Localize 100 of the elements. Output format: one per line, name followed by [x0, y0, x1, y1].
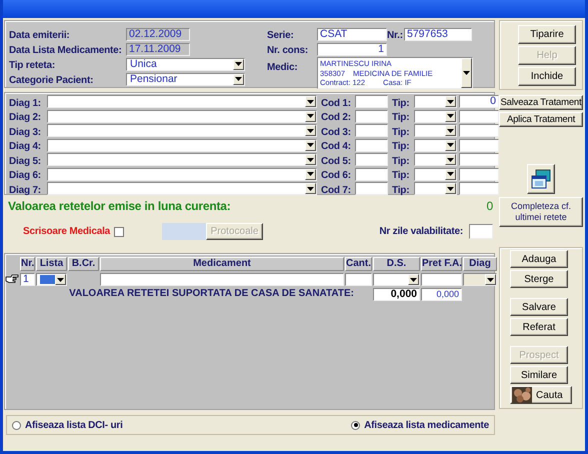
code-label: Cod 6:	[321, 170, 351, 182]
treatment-button[interactable]: Salveaza Tratament	[499, 95, 583, 110]
grid-action-button[interactable]: Sterge	[510, 270, 568, 288]
dropdown-field[interactable]	[47, 168, 317, 181]
radio-button[interactable]	[12, 420, 21, 430]
column-header[interactable]: Nr.	[20, 257, 35, 271]
value-field[interactable]	[459, 124, 499, 138]
dropdown-field[interactable]	[414, 110, 457, 123]
value-field[interactable]	[459, 182, 499, 196]
diagnosis-label: Diag 2:	[9, 112, 41, 124]
grid-action-button[interactable]: Similare	[510, 366, 568, 384]
code-field[interactable]	[355, 138, 388, 152]
validity-label: Nr zile valabilitate:	[379, 226, 463, 237]
column-header[interactable]: Cant.	[345, 257, 372, 271]
type-label: Tip:	[392, 184, 410, 196]
dropdown-field[interactable]: Pensionar	[126, 72, 245, 86]
field-label: Tip reteta:	[9, 60, 55, 71]
value-field[interactable]	[459, 153, 499, 166]
icon-button[interactable]	[527, 164, 555, 194]
dropdown-field[interactable]: Unica	[126, 58, 245, 70]
code-label: Cod 3:	[321, 126, 351, 138]
dropdown-field[interactable]	[414, 95, 457, 108]
window-icon	[530, 168, 552, 190]
value-field[interactable]	[459, 168, 499, 181]
price-field[interactable]	[421, 273, 462, 286]
medication-field[interactable]	[100, 273, 344, 286]
type-label: Tip:	[392, 141, 410, 152]
value-field[interactable]	[459, 110, 499, 123]
dropdown-field[interactable]	[414, 138, 457, 152]
date-field[interactable]: 17.11.2009	[126, 42, 190, 56]
code-field[interactable]	[355, 110, 388, 123]
checkbox[interactable]	[114, 226, 124, 236]
grid-action-button[interactable]: Referat	[510, 318, 568, 336]
dropdown-field[interactable]	[36, 273, 67, 286]
color-swatch	[162, 223, 206, 240]
date-field[interactable]: 02.12.2009	[126, 28, 190, 40]
total-label: VALOAREA RETETEI SUPORTATA DE CASA DE SANATATE:	[68, 288, 355, 301]
dropdown-field[interactable]	[414, 182, 457, 196]
dropdown-field[interactable]	[47, 124, 317, 138]
series-field[interactable]: CSAT	[317, 28, 387, 40]
value-field[interactable]	[459, 138, 499, 152]
treatment-button[interactable]: Aplica Tratament	[499, 112, 583, 127]
dropdown-field[interactable]	[47, 153, 317, 166]
validity-field[interactable]	[469, 224, 493, 239]
type-label: Tip:	[392, 98, 410, 109]
code-label: Cod 2:	[321, 112, 351, 124]
column-header[interactable]: Pret F.A.	[421, 257, 462, 271]
field-label: Medic:	[267, 62, 298, 73]
grid-action-button[interactable]: Cauta	[510, 386, 572, 404]
type-label: Tip:	[392, 112, 410, 124]
column-header[interactable]: D.S.	[373, 257, 420, 271]
type-label: Tip:	[392, 170, 410, 182]
dropdown-field[interactable]	[373, 273, 420, 286]
diagnosis-label: Diag 7:	[9, 184, 41, 196]
diagnosis-label: Diag 3:	[9, 126, 41, 138]
dropdown-field[interactable]	[414, 168, 457, 181]
field-label: Data Lista Medicamente:	[9, 45, 122, 56]
complete-button[interactable]: Completeza cf. ultimei retete	[499, 197, 583, 227]
dropdown-field[interactable]	[47, 138, 317, 152]
diagnosis-label: Diag 4:	[9, 141, 41, 152]
value-field[interactable]: 0	[459, 95, 499, 108]
field-label: Nr. cons:	[267, 45, 308, 56]
pointing-hand-icon	[5, 273, 19, 284]
code-field[interactable]	[355, 168, 388, 181]
total-field: 0,000	[373, 288, 420, 301]
number-field[interactable]: 5797653	[404, 28, 472, 40]
monthly-total-label: Valoarea retetelor emise in luna curenta:	[8, 199, 231, 213]
dropdown-field[interactable]	[414, 153, 457, 166]
diagnosis-label: Diag 6:	[9, 170, 41, 182]
field-label: Serie:	[267, 30, 294, 41]
column-header[interactable]: B.Cr.	[68, 257, 99, 271]
code-field[interactable]	[355, 124, 388, 138]
dropdown-field[interactable]	[47, 110, 317, 123]
dropdown-field[interactable]	[47, 95, 317, 108]
column-header[interactable]: Diag	[463, 257, 497, 271]
code-field[interactable]	[355, 95, 388, 108]
dropdown-field[interactable]	[463, 273, 497, 286]
code-field[interactable]	[355, 182, 388, 196]
dropdown-field[interactable]	[414, 124, 457, 138]
field-label: Data emiterii:	[9, 30, 70, 41]
code-field[interactable]	[355, 153, 388, 166]
radio-button[interactable]	[351, 420, 360, 430]
row-number-field[interactable]: 1	[20, 273, 35, 286]
consult-number-field[interactable]: 1	[317, 42, 387, 56]
type-label: Tip:	[392, 156, 410, 167]
diagnosis-label: Diag 1:	[9, 98, 41, 109]
grid-action-button[interactable]: Adauga	[510, 250, 568, 268]
radio-label: Afiseaza lista medicamente	[364, 420, 489, 430]
dropdown-field[interactable]	[47, 182, 317, 196]
quantity-field[interactable]	[345, 273, 372, 286]
pills-icon	[512, 387, 532, 403]
action-button[interactable]: Tiparire	[518, 25, 576, 44]
code-label: Cod 5:	[321, 156, 351, 167]
type-label: Tip:	[392, 126, 410, 138]
grid-action-button[interactable]: Salvare	[510, 298, 568, 316]
column-header[interactable]: Medicament	[100, 257, 344, 271]
column-header[interactable]: Lista	[36, 257, 67, 271]
action-button[interactable]: Inchide	[518, 67, 576, 86]
monthly-total-value: 0	[486, 199, 493, 213]
total-price-field: 0,000	[421, 288, 462, 301]
